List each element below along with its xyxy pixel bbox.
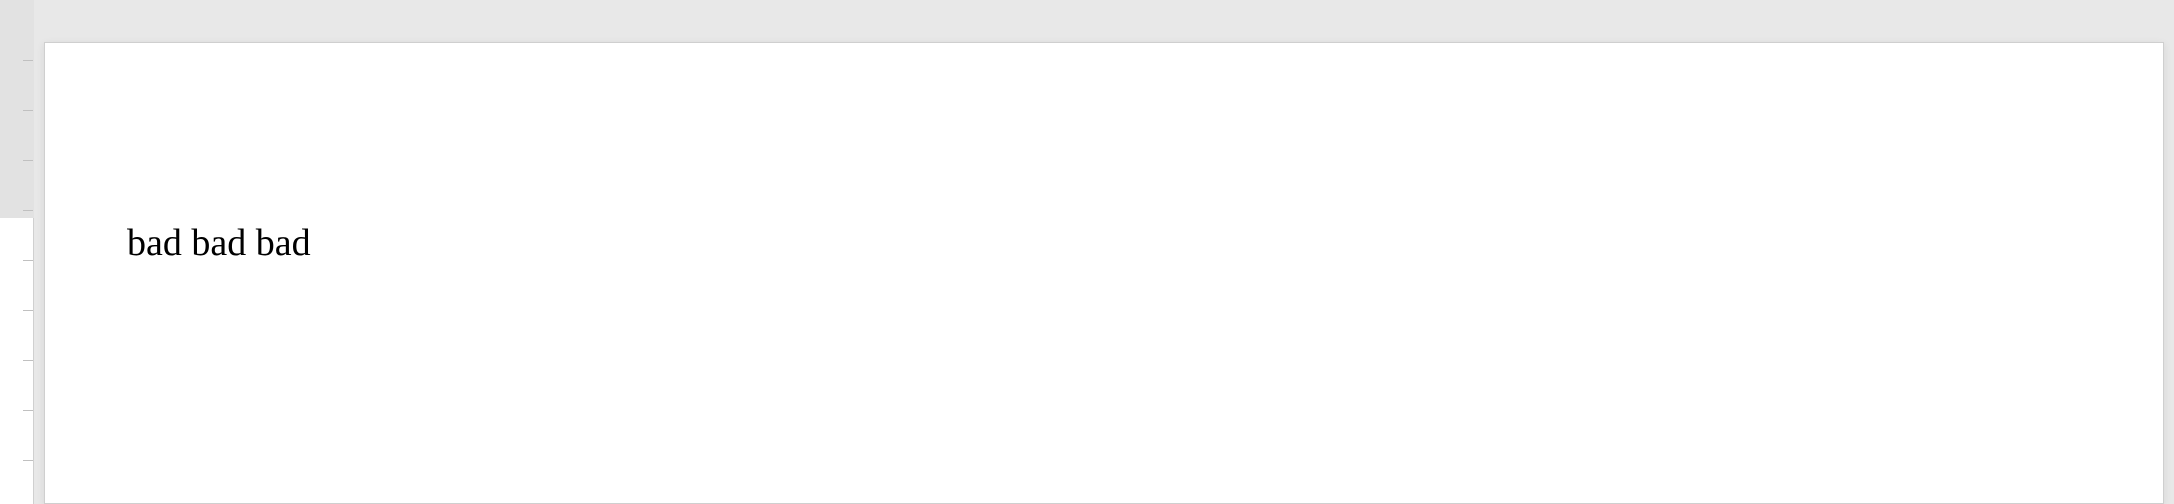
document-page[interactable]: bad bad bad [44,42,2164,504]
toolbar-background [34,0,2174,42]
ruler-tick [23,460,33,461]
ruler-tick [23,260,33,261]
ruler-tick [23,110,33,111]
ruler-tick [23,410,33,411]
body-text[interactable]: bad bad bad [127,221,311,267]
ruler-tick [23,210,33,211]
vertical-ruler[interactable] [0,0,34,504]
ruler-tick [23,310,33,311]
ruler-tick [23,160,33,161]
ruler-margin-region [0,0,34,218]
ruler-tick [23,60,33,61]
ruler-tick [23,360,33,361]
